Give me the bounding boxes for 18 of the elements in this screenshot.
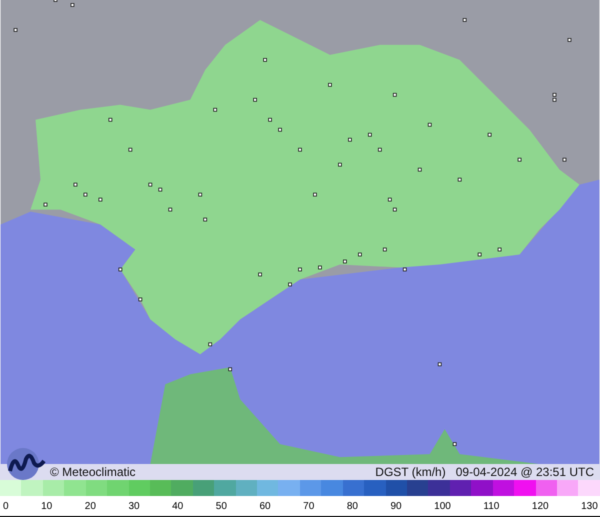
timestamp-label: 09-04-2024 @ 23:51 UTC: [456, 465, 594, 480]
scale-tick-label: 30: [128, 500, 140, 512]
scale-tick-label: 0: [3, 500, 9, 512]
logo-icon: [4, 447, 46, 481]
scale-tick-label: 70: [303, 500, 314, 512]
scale-tick-label: 130: [581, 500, 598, 512]
scale-tick-label: 80: [346, 500, 358, 512]
scale-tick-label: 40: [172, 500, 184, 512]
scale-tick-label: 110: [483, 500, 500, 512]
scale-tick-label: 120: [532, 500, 549, 512]
scale-tick-label: 20: [84, 500, 96, 512]
scale-tick-label: 10: [41, 500, 52, 512]
scale-tick-label: 90: [390, 500, 402, 512]
scale-tick-label: 100: [434, 500, 451, 512]
scale-tick-label: 60: [259, 500, 271, 512]
scale-tick-label: 50: [216, 500, 227, 512]
variable-label: DGST (km/h): [375, 465, 446, 480]
credit-text: © Meteoclimatic: [50, 465, 136, 480]
